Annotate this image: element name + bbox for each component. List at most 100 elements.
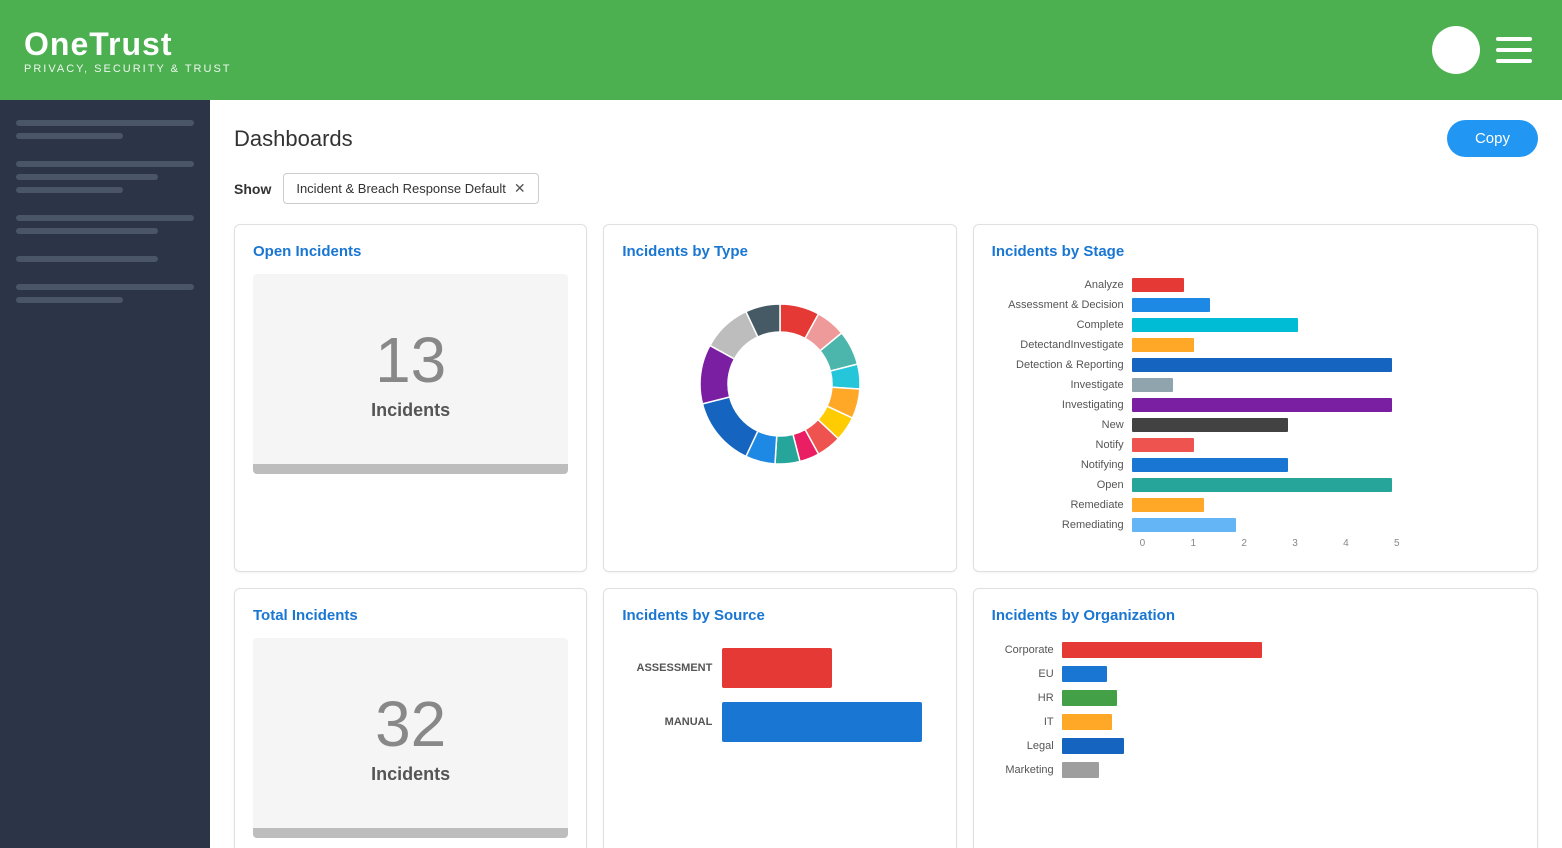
- stage-bar-label: Complete: [992, 319, 1132, 331]
- sidebar-item-2[interactable]: [16, 161, 194, 193]
- stage-bar-track: [1132, 318, 1392, 332]
- stage-bar-fill: [1132, 418, 1288, 432]
- logo-name: OneTrust: [24, 26, 232, 63]
- sidebar-line: [16, 215, 194, 221]
- hamburger-menu[interactable]: [1496, 37, 1532, 63]
- org-bar-row: EU: [992, 666, 1519, 682]
- incidents-by-type-card: Incidents by Type: [603, 224, 956, 572]
- org-bar-row: HR: [992, 690, 1519, 706]
- stage-bar-track: [1132, 418, 1392, 432]
- metric-bottom-bar: [253, 828, 568, 838]
- stage-bar-track: [1132, 378, 1392, 392]
- source-bar-label: ASSESSMENT: [622, 662, 712, 674]
- stage-bar-fill: [1132, 378, 1174, 392]
- sidebar-line: [16, 187, 123, 193]
- filter-row: Show Incident & Breach Response Default …: [234, 173, 1538, 204]
- stage-bar-track: [1132, 498, 1392, 512]
- page-title: Dashboards: [234, 126, 353, 152]
- stage-bar-track: [1132, 298, 1392, 312]
- stage-bar-label: Detection & Reporting: [992, 359, 1132, 371]
- org-bar-label: Legal: [992, 740, 1062, 752]
- avatar[interactable]: [1432, 26, 1480, 74]
- stage-bar-track: [1132, 338, 1392, 352]
- filter-tag[interactable]: Incident & Breach Response Default ✕: [283, 173, 538, 204]
- stage-bar-label: Analyze: [992, 279, 1132, 291]
- open-incidents-card: Open Incidents 13 Incidents: [234, 224, 587, 572]
- org-bar-row: Marketing: [992, 762, 1519, 778]
- stage-bar-label: DetectandInvestigate: [992, 339, 1132, 351]
- stage-bar-fill: [1132, 458, 1288, 472]
- dashboard-grid: Open Incidents 13 Incidents Incidents by…: [234, 224, 1538, 848]
- stage-bar-row: Assessment & Decision: [992, 298, 1519, 312]
- stage-bar-fill: [1132, 438, 1194, 452]
- stage-bar-row: Detection & Reporting: [992, 358, 1519, 372]
- metric-bottom-bar: [253, 464, 568, 474]
- app-header: OneTrust PRIVACY, SECURITY & TRUST: [0, 0, 1562, 100]
- stage-bar-label: New: [992, 419, 1132, 431]
- org-chart: CorporateEUHRITLegalMarketing: [992, 638, 1519, 790]
- stage-bar-label: Investigating: [992, 399, 1132, 411]
- header-right: [1432, 26, 1532, 74]
- open-incidents-metric: 13 Incidents: [253, 274, 568, 474]
- sidebar-line: [16, 133, 123, 139]
- stage-bar-fill: [1132, 518, 1236, 532]
- sidebar-line: [16, 174, 158, 180]
- sidebar-item-1[interactable]: [16, 120, 194, 139]
- copy-button[interactable]: Copy: [1447, 120, 1538, 157]
- stage-bar-track: [1132, 398, 1392, 412]
- total-incidents-card: Total Incidents 32 Incidents: [234, 588, 587, 848]
- incidents-by-stage-title: Incidents by Stage: [992, 243, 1519, 260]
- stage-bar-fill: [1132, 278, 1184, 292]
- stage-bar-row: Remediate: [992, 498, 1519, 512]
- main-content: Dashboards Copy Show Incident & Breach R…: [210, 100, 1562, 848]
- incidents-by-org-card: Incidents by Organization CorporateEUHRI…: [973, 588, 1538, 848]
- sidebar-item-4[interactable]: [16, 256, 194, 262]
- sidebar: [0, 100, 210, 848]
- source-bar-fill: [722, 702, 922, 742]
- source-bar-fill: [722, 648, 832, 688]
- sidebar-line: [16, 161, 194, 167]
- incidents-by-org-title: Incidents by Organization: [992, 607, 1519, 624]
- filter-tag-close-icon[interactable]: ✕: [514, 180, 526, 197]
- total-incidents-label: Incidents: [371, 764, 450, 785]
- sidebar-line: [16, 228, 158, 234]
- org-bar-label: EU: [992, 668, 1062, 680]
- stage-bar-row: Open: [992, 478, 1519, 492]
- total-incidents-title: Total Incidents: [253, 607, 568, 624]
- filter-show-label: Show: [234, 181, 271, 197]
- stage-bar-chart: Analyze Assessment & Decision Complete Dete…: [992, 274, 1519, 553]
- sidebar-item-3[interactable]: [16, 215, 194, 234]
- stage-bar-track: [1132, 438, 1392, 452]
- total-incidents-count: 32: [375, 692, 446, 756]
- org-bar-fill: [1062, 690, 1117, 706]
- donut-svg: [680, 284, 880, 484]
- stage-bar-track: [1132, 358, 1392, 372]
- logo: OneTrust PRIVACY, SECURITY & TRUST: [24, 26, 232, 75]
- org-bar-fill: [1062, 642, 1262, 658]
- stage-bar-row: Remediating: [992, 518, 1519, 532]
- sidebar-line: [16, 297, 123, 303]
- sidebar-item-5[interactable]: [16, 284, 194, 303]
- org-bar-row: Legal: [992, 738, 1519, 754]
- source-bar-row: ASSESSMENT: [622, 648, 937, 688]
- source-chart: ASSESSMENT MANUAL: [622, 638, 937, 766]
- stage-bar-fill: [1132, 298, 1210, 312]
- sidebar-line: [16, 256, 158, 262]
- stage-bar-label: Notifying: [992, 459, 1132, 471]
- stage-bar-row: Investigating: [992, 398, 1519, 412]
- org-bar-row: IT: [992, 714, 1519, 730]
- filter-tag-value: Incident & Breach Response Default: [296, 181, 506, 196]
- org-bar-fill: [1062, 738, 1125, 754]
- stage-bar-label: Assessment & Decision: [992, 299, 1132, 311]
- incidents-by-type-title: Incidents by Type: [622, 243, 937, 260]
- stage-bar-fill: [1132, 498, 1205, 512]
- open-incidents-title: Open Incidents: [253, 243, 568, 260]
- source-bar-row: MANUAL: [622, 702, 937, 742]
- stage-bar-fill: [1132, 398, 1392, 412]
- stage-bar-label: Open: [992, 479, 1132, 491]
- stage-bar-row: New: [992, 418, 1519, 432]
- stage-bar-row: DetectandInvestigate: [992, 338, 1519, 352]
- total-incidents-metric: 32 Incidents: [253, 638, 568, 838]
- stage-bar-fill: [1132, 338, 1194, 352]
- org-bar-fill: [1062, 666, 1107, 682]
